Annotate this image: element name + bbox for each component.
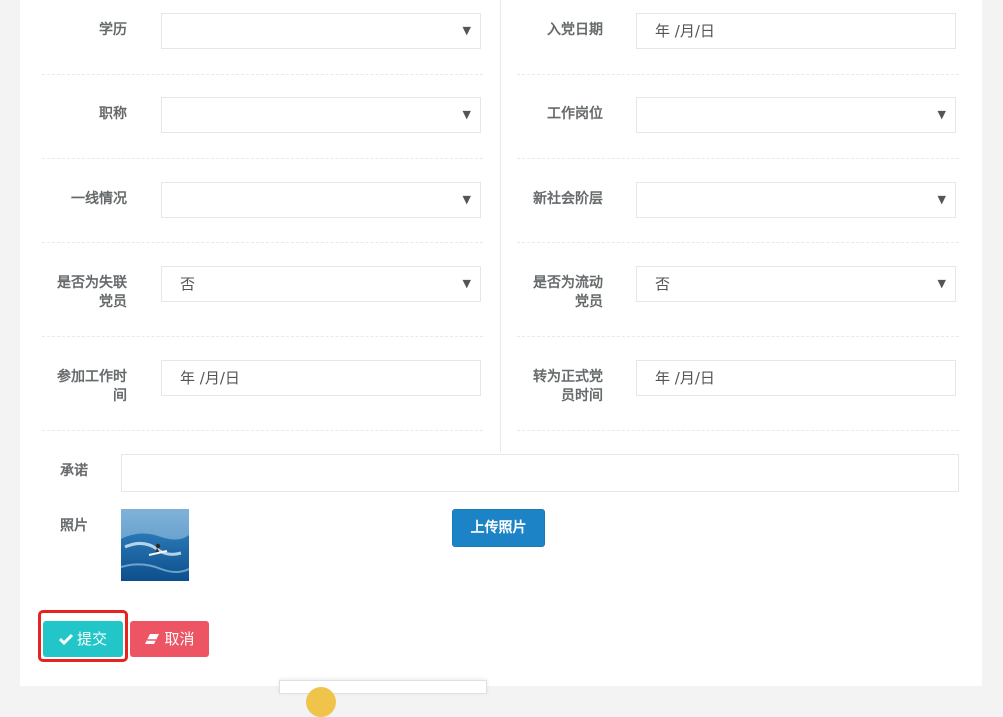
photo-label: 照片 xyxy=(60,518,88,534)
cancel-label: 取消 xyxy=(164,630,195,648)
chevron-down-icon: ▼ xyxy=(937,193,946,206)
submit-label: 提交 xyxy=(76,630,107,648)
chevron-down-icon: ▼ xyxy=(462,24,471,37)
row-divider xyxy=(517,336,959,338)
row-divider xyxy=(42,74,483,76)
lost-contact-select[interactable]: 否 ▼ xyxy=(161,266,481,302)
new-social-class-select[interactable]: ▼ xyxy=(636,182,956,218)
row-divider xyxy=(42,158,483,160)
cancel-button[interactable]: 取消 xyxy=(130,621,209,657)
row-divider xyxy=(42,336,483,338)
chevron-down-icon: ▼ xyxy=(462,193,471,206)
promise-input[interactable] xyxy=(121,454,959,492)
chevron-down-icon: ▼ xyxy=(937,277,946,290)
formal-member-date-input[interactable]: 年 /月/日 xyxy=(636,360,956,396)
upload-photo-button[interactable]: 上传照片 xyxy=(452,509,545,547)
work-start-date-input[interactable]: 年 /月/日 xyxy=(161,360,481,396)
bottom-popup xyxy=(279,680,487,717)
title-label: 职称 xyxy=(99,106,127,122)
label-line: 参加工作时 xyxy=(57,369,127,385)
row-divider xyxy=(517,242,959,244)
join-date-label: 入党日期 xyxy=(547,22,603,38)
new-social-class-label: 新社会阶层 xyxy=(533,191,603,207)
label-line: 间 xyxy=(113,388,127,404)
work-post-label: 工作岗位 xyxy=(547,106,603,122)
row-divider xyxy=(517,158,959,160)
promise-label: 承诺 xyxy=(60,463,88,479)
row-divider xyxy=(517,430,959,432)
work-post-select[interactable]: ▼ xyxy=(636,97,956,133)
chevron-down-icon: ▼ xyxy=(462,108,471,121)
mobile-member-label: 是否为流动 党员 xyxy=(503,274,603,312)
lost-contact-label: 是否为失联 党员 xyxy=(40,274,127,312)
row-divider xyxy=(42,430,483,432)
frontline-select[interactable]: ▼ xyxy=(161,182,481,218)
label-line: 是否为失联 xyxy=(57,275,127,291)
label-line: 是否为流动 xyxy=(533,275,603,291)
eraser-icon xyxy=(144,622,160,658)
check-icon xyxy=(58,622,74,658)
label-line: 员时间 xyxy=(561,388,603,404)
work-start-label: 参加工作时 间 xyxy=(40,368,127,406)
surf-photo-image xyxy=(121,509,189,581)
row-divider xyxy=(42,242,483,244)
education-label: 学历 xyxy=(99,22,127,38)
education-select[interactable]: ▼ xyxy=(161,13,481,49)
popup-avatar-icon xyxy=(306,687,336,717)
chevron-down-icon: ▼ xyxy=(937,108,946,121)
row-divider xyxy=(517,74,959,76)
photo-thumbnail xyxy=(121,509,189,581)
label-line: 党员 xyxy=(99,294,127,310)
join-date-input[interactable]: 年 /月/日 xyxy=(636,13,956,49)
submit-button[interactable]: 提交 xyxy=(43,621,123,657)
mobile-member-select[interactable]: 否 ▼ xyxy=(636,266,956,302)
frontline-label: 一线情况 xyxy=(71,191,127,207)
label-line: 党员 xyxy=(575,294,603,310)
chevron-down-icon: ▼ xyxy=(462,277,471,290)
formal-member-date-label: 转为正式党 员时间 xyxy=(503,368,603,406)
label-line: 转为正式党 xyxy=(533,369,603,385)
column-divider xyxy=(500,0,501,452)
professional-title-select[interactable]: ▼ xyxy=(161,97,481,133)
